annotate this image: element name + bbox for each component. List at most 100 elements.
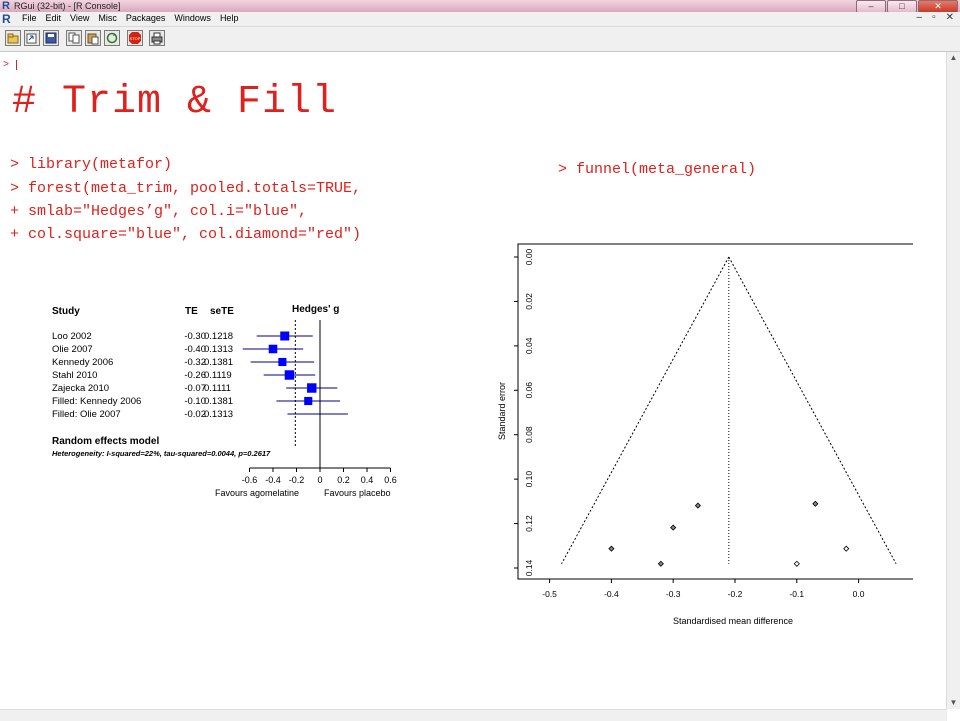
- funnel-xlabel: Standardised mean difference: [673, 616, 793, 626]
- forest-tick-label: -0.6: [242, 475, 258, 485]
- forest-row-sete: 0.1381: [204, 357, 233, 368]
- forest-row-te: -0.10: [184, 396, 206, 407]
- r-console-icon[interactable]: R: [2, 12, 11, 26]
- forest-square: [304, 396, 313, 406]
- funnel-y-tick-label: 0.00: [524, 248, 534, 265]
- forest-row-te: -0.26: [184, 370, 206, 381]
- text-cursor: [16, 60, 17, 70]
- funnel-y-tick-label: 0.08: [524, 426, 534, 443]
- forest-tick-label: -0.2: [289, 475, 305, 485]
- funnel-y-tick-label: 0.04: [524, 337, 534, 354]
- load-workspace-icon[interactable]: [24, 30, 40, 46]
- r-logo-icon: R: [2, 0, 10, 12]
- command-line-3: + smlab="Hedges’g", col.i="blue",: [10, 203, 308, 220]
- funnel-plot-frame: [517, 243, 913, 580]
- console-restore-button[interactable]: ▫: [932, 12, 936, 23]
- forest-row-study: Filled: Kennedy 2006: [52, 396, 141, 407]
- funnel-x-tick-label: -0.4: [604, 589, 619, 599]
- menu-file[interactable]: File: [22, 13, 37, 23]
- menu-packages[interactable]: Packages: [126, 13, 166, 23]
- funnel-ylabel: Standard error: [497, 382, 507, 440]
- console-minimize-button[interactable]: –: [917, 12, 923, 23]
- funnel-right-boundary: [728, 256, 897, 565]
- funnel-left-boundary: [561, 256, 730, 565]
- forest-tick-label: 0.6: [384, 475, 397, 485]
- window-title: RGui (32-bit) - [R Console]: [14, 1, 121, 11]
- forest-square: [278, 357, 287, 367]
- forest-header-sete: seTE: [210, 306, 234, 317]
- forest-square: [307, 383, 317, 393]
- forest-header-te: TE: [185, 306, 198, 317]
- open-script-icon[interactable]: [5, 30, 21, 46]
- toolbar: STOP: [0, 27, 960, 52]
- forest-plot: Study TE seTE Hedges' g Loo 2002 -0.300.1…: [52, 304, 397, 498]
- menu-view[interactable]: View: [70, 13, 89, 23]
- scroll-up-arrow-icon[interactable]: ▲: [947, 52, 960, 64]
- command-line-2: > forest(meta_trim, pooled.totals=TRUE,: [10, 180, 362, 197]
- forest-row-sete: 0.1119: [204, 370, 232, 381]
- menu-edit[interactable]: Edit: [46, 13, 62, 23]
- forest-square: [280, 331, 290, 341]
- forest-favours-left: Favours agomelatine: [215, 488, 299, 498]
- forest-row-te: -0.40: [184, 344, 206, 355]
- menu-help[interactable]: Help: [220, 13, 239, 23]
- funnel-y-tick-label: 0.06: [524, 382, 534, 399]
- svg-text:STOP: STOP: [130, 36, 141, 41]
- forest-row-sete: 0.1218: [204, 331, 233, 342]
- forest-row-sete: 0.1381: [204, 396, 233, 407]
- paste-icon[interactable]: [85, 30, 101, 46]
- horizontal-scrollbar[interactable]: [0, 709, 947, 721]
- forest-heterogeneity: Heterogeneity: I-squared=22%, tau-square…: [52, 449, 271, 458]
- funnel-y-tick-label: 0.12: [524, 515, 534, 532]
- funnel-x-tick-label: -0.1: [789, 589, 804, 599]
- menu-misc[interactable]: Misc: [98, 13, 117, 23]
- funnel-x-tick-label: -0.3: [666, 589, 681, 599]
- console-prompt: >: [3, 60, 10, 71]
- forest-header-study: Study: [52, 306, 80, 317]
- console-close-button[interactable]: ✕: [946, 12, 954, 23]
- forest-square: [284, 370, 295, 380]
- funnel-x-tick-label: 0.0: [853, 589, 865, 599]
- print-icon[interactable]: [149, 30, 165, 46]
- copy-paste-icon[interactable]: [104, 30, 120, 46]
- funnel-y-tick-label: 0.02: [524, 293, 534, 310]
- funnel-y-tick-label: 0.14: [524, 559, 534, 576]
- forest-tick-label: 0.2: [337, 475, 350, 485]
- stop-icon[interactable]: STOP: [127, 30, 143, 46]
- funnel-point: [657, 560, 664, 567]
- scroll-down-arrow-icon[interactable]: ▼: [947, 697, 960, 709]
- forest-favours-right: Favours placebo: [324, 488, 391, 498]
- forest-row-sete: 0.1313: [204, 344, 233, 355]
- forest-square: [268, 344, 278, 354]
- forest-tick-label: -0.4: [265, 475, 281, 485]
- command-line-1: > library(metafor): [10, 156, 173, 173]
- funnel-point: [812, 500, 819, 507]
- forest-row-study: Stahl 2010: [52, 370, 97, 381]
- copy-icon[interactable]: [66, 30, 82, 46]
- forest-header-hedges: Hedges' g: [292, 304, 339, 315]
- forest-row-te: -0.07: [184, 383, 206, 394]
- command-funnel: > funnel(meta_general): [558, 161, 757, 178]
- forest-tick-label: 0.4: [361, 475, 374, 485]
- funnel-point: [843, 545, 850, 552]
- forest-row-sete: 0.1111: [204, 383, 231, 394]
- menu-windows[interactable]: Windows: [174, 13, 211, 23]
- funnel-point: [670, 524, 677, 531]
- forest-row-study: Loo 2002: [52, 331, 92, 342]
- funnel-point: [608, 545, 615, 552]
- save-workspace-icon[interactable]: [43, 30, 59, 46]
- funnel-plot: 0.00 0.02 0.04 0.06 0.08 0.10 0.12 0.14 -0.5 -0.…: [497, 243, 913, 626]
- funnel-x-tick-label: -0.5: [542, 589, 557, 599]
- funnel-y-tick-label: 0.10: [524, 471, 534, 488]
- forest-row-study: Filled: Olie 2007: [52, 409, 121, 420]
- command-line-4: + col.square="blue", col.diamond="red"): [10, 226, 362, 243]
- funnel-x-tick-label: -0.2: [728, 589, 743, 599]
- forest-random-label: Random effects model: [52, 436, 159, 447]
- forest-row-sete: 0.1313: [204, 409, 233, 420]
- funnel-point: [694, 502, 701, 509]
- forest-row-study: Zajecka 2010: [52, 383, 109, 394]
- forest-row-te: -0.30: [184, 331, 206, 342]
- forest-tick-label: 0: [317, 475, 322, 485]
- vertical-scrollbar[interactable]: ▲ ▼: [946, 52, 960, 709]
- forest-row-study: Olie 2007: [52, 344, 93, 355]
